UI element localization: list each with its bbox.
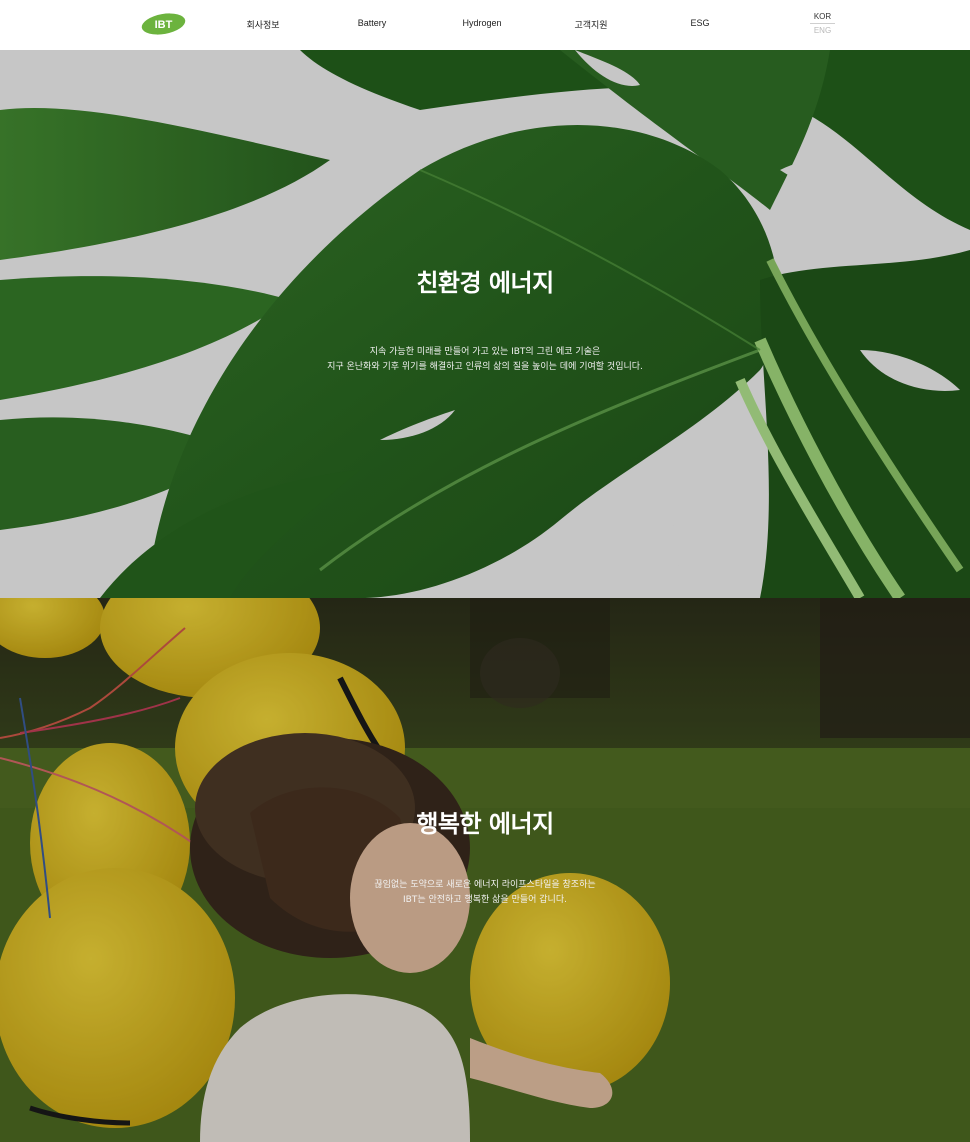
section-title-eco: 친환경 에너지	[416, 269, 554, 297]
site-header: IBT 회사정보 Battery Hydrogen 고객지원 ESG KOR E…	[0, 0, 970, 50]
nav-hydrogen[interactable]: Hydrogen	[462, 18, 501, 28]
lang-eng[interactable]: ENG	[810, 24, 835, 35]
hero-eco-energy: 친환경 에너지 지속 가능한 미래를 만들어 가고 있는 IBT의 그린 에코 …	[0, 50, 970, 598]
hero-happy-energy: 행복한 에너지 끊임없는 도약으로 새로운 에너지 라이프스타일을 창조하는 I…	[0, 598, 970, 1142]
nav-company-info[interactable]: 회사정보	[246, 18, 279, 31]
ibt-logo[interactable]: IBT	[141, 12, 186, 36]
desc-line: 지구 온난화와 기후 위기를 해결하고 인류의 삶의 질을 높이는 데에 기여할…	[327, 361, 643, 372]
monstera-leaf-image	[0, 50, 970, 598]
logo-text: IBT	[155, 19, 173, 31]
lang-kor[interactable]: KOR	[810, 12, 835, 24]
desc-line: 지속 가능한 미래를 만들어 가고 있는 IBT의 그린 에코 기술은	[369, 347, 601, 357]
section-title-happy: 행복한 에너지	[416, 810, 554, 838]
nav-esg[interactable]: ESG	[690, 18, 709, 28]
desc-line: IBT는 안전하고 행복한 삶을 만들어 갑니다.	[403, 894, 567, 905]
language-switcher: KOR ENG	[810, 12, 835, 35]
section-desc-eco: 지속 가능한 미래를 만들어 가고 있는 IBT의 그린 에코 기술은 지구 온…	[0, 345, 970, 374]
desc-line: 끊임없는 도약으로 새로운 에너지 라이프스타일을 창조하는	[374, 880, 596, 890]
nav-battery[interactable]: Battery	[358, 18, 387, 28]
child-balloons-image	[0, 598, 970, 1142]
section-desc-happy: 끊임없는 도약으로 새로운 에너지 라이프스타일을 창조하는 IBT는 안전하고…	[0, 878, 970, 907]
nav-customer-support[interactable]: 고객지원	[574, 18, 607, 31]
